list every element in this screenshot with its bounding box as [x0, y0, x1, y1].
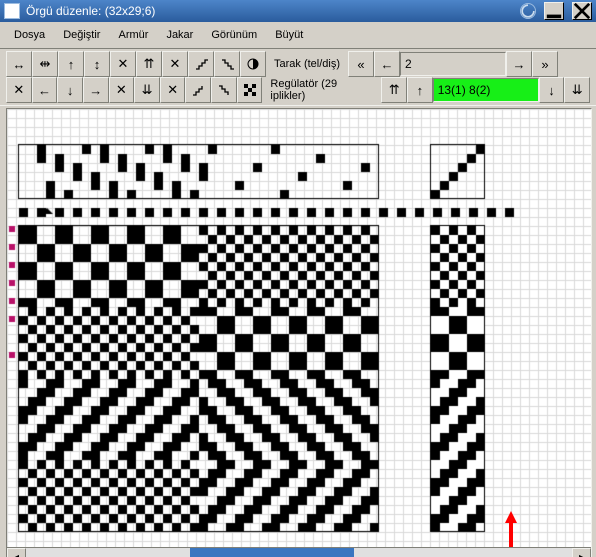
- tool-cross-4[interactable]: ✕: [160, 77, 186, 103]
- scroll-thumb[interactable]: [190, 548, 354, 557]
- menu-armur[interactable]: Armür: [110, 27, 156, 43]
- menu-edit[interactable]: Değiştir: [55, 27, 108, 43]
- reed-next[interactable]: →: [506, 51, 532, 77]
- scroll-track[interactable]: [26, 548, 572, 557]
- tool-steps-4[interactable]: [211, 77, 237, 103]
- tool-contrast[interactable]: [240, 51, 266, 77]
- reg-bottom[interactable]: ↓: [539, 77, 565, 103]
- horizontal-scrollbar[interactable]: ◂ ▸: [7, 547, 591, 557]
- weave-canvas-frame: ◂ ▸: [6, 108, 592, 557]
- minimize-button[interactable]: [544, 2, 564, 20]
- tool-move-v[interactable]: ↕: [84, 51, 110, 77]
- reg-down[interactable]: ⇊: [564, 77, 590, 103]
- tool-cross-3[interactable]: ✕: [109, 77, 135, 103]
- window-title: Örgü düzenle: (32x29;6): [26, 4, 514, 18]
- app-swirl-icon: [520, 3, 536, 19]
- tool-steps-2[interactable]: [214, 51, 240, 77]
- reed-first[interactable]: «: [348, 51, 374, 77]
- tool-arrows-h[interactable]: ⇹: [32, 51, 58, 77]
- scroll-left-button[interactable]: ◂: [7, 548, 26, 557]
- menu-file[interactable]: Dosya: [6, 27, 53, 43]
- reed-prev[interactable]: ←: [374, 51, 400, 77]
- reed-last[interactable]: »: [532, 51, 558, 77]
- reed-input[interactable]: 2: [400, 52, 506, 76]
- tool-cross[interactable]: ✕: [110, 51, 136, 77]
- tool-close-x[interactable]: ✕: [6, 77, 32, 103]
- tool-checker[interactable]: [237, 77, 263, 103]
- menu-jakar[interactable]: Jakar: [158, 27, 201, 43]
- scroll-right-button[interactable]: ▸: [572, 548, 591, 557]
- reg-up[interactable]: ⇈: [381, 77, 407, 103]
- tool-steps-3[interactable]: [185, 77, 211, 103]
- weave-canvas[interactable]: [7, 109, 591, 547]
- tool-down[interactable]: ↓: [57, 77, 83, 103]
- tool-steps-1[interactable]: [188, 51, 214, 77]
- menu-view[interactable]: Görünüm: [203, 27, 265, 43]
- tool-arrow-up[interactable]: ↑: [58, 51, 84, 77]
- tool-cross-2[interactable]: ✕: [162, 51, 188, 77]
- tool-right[interactable]: →: [83, 77, 109, 103]
- tool-move-h[interactable]: ↔: [6, 51, 32, 77]
- close-button[interactable]: [572, 2, 592, 20]
- regulator-input[interactable]: 13(1) 8(2): [433, 78, 539, 102]
- toolbar: ↔ ⇹ ↑ ↕ ✕ ⇈ ✕ Tarak (tel/diş) « ← 2 → » …: [0, 48, 596, 106]
- menu-zoom[interactable]: Büyüt: [267, 27, 311, 43]
- tool-left[interactable]: ←: [32, 77, 58, 103]
- tool-double-down[interactable]: ⇊: [134, 77, 160, 103]
- regulator-label: Regülatör (29 iplikler): [262, 78, 381, 102]
- tool-double-up[interactable]: ⇈: [136, 51, 162, 77]
- menu-bar: Dosya Değiştir Armür Jakar Görünüm Büyüt: [0, 22, 596, 48]
- reed-label: Tarak (tel/diş): [266, 52, 348, 76]
- reg-top[interactable]: ↑: [407, 77, 433, 103]
- app-icon: [4, 3, 20, 19]
